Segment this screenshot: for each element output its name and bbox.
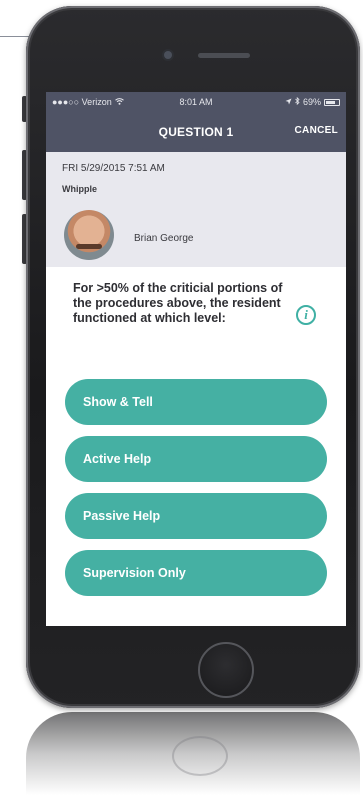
option-active-help[interactable]: Active Help: [65, 436, 327, 482]
nav-bar: QUESTION 1 CANCEL: [46, 112, 346, 152]
info-icon[interactable]: i: [296, 305, 316, 325]
cancel-button[interactable]: CANCEL: [295, 125, 338, 136]
procedure-name: Whipple: [62, 184, 97, 194]
answer-options: Show & Tell Active Help Passive Help Sup…: [65, 379, 327, 607]
wifi-icon: [114, 97, 124, 107]
case-date: FRI 5/29/2015 7:51 AM: [62, 163, 165, 174]
home-button[interactable]: [198, 642, 254, 698]
avatar: [64, 210, 114, 260]
question-section: For >50% of the criticial portions of th…: [46, 267, 346, 371]
option-supervision-only[interactable]: Supervision Only: [65, 550, 327, 596]
earpiece-speaker: [198, 53, 250, 58]
front-camera: [164, 51, 172, 59]
option-show-and-tell[interactable]: Show & Tell: [65, 379, 327, 425]
status-left: ●●●○○ Verizon: [52, 97, 124, 107]
stage: ●●●○○ Verizon 8:01 AM 69% QUESTION 1 CAN…: [0, 0, 363, 795]
battery-icon: [324, 98, 340, 106]
battery-percent: 69%: [302, 97, 321, 107]
bluetooth-icon: [295, 96, 300, 107]
page-title: QUESTION 1: [158, 125, 234, 139]
status-right: 69%: [285, 96, 340, 107]
option-passive-help[interactable]: Passive Help: [65, 493, 327, 539]
carrier-label: ●●●○○ Verizon: [52, 97, 112, 107]
question-text: For >50% of the criticial portions of th…: [73, 281, 283, 325]
case-info-panel: FRI 5/29/2015 7:51 AM Whipple Brian Geor…: [46, 152, 346, 267]
status-bar: ●●●○○ Verizon 8:01 AM 69%: [46, 92, 346, 112]
location-arrow-icon: [285, 97, 292, 107]
home-button-reflection: [172, 736, 228, 776]
person-name: Brian George: [134, 233, 194, 244]
phone-screen: ●●●○○ Verizon 8:01 AM 69% QUESTION 1 CAN…: [46, 92, 346, 626]
